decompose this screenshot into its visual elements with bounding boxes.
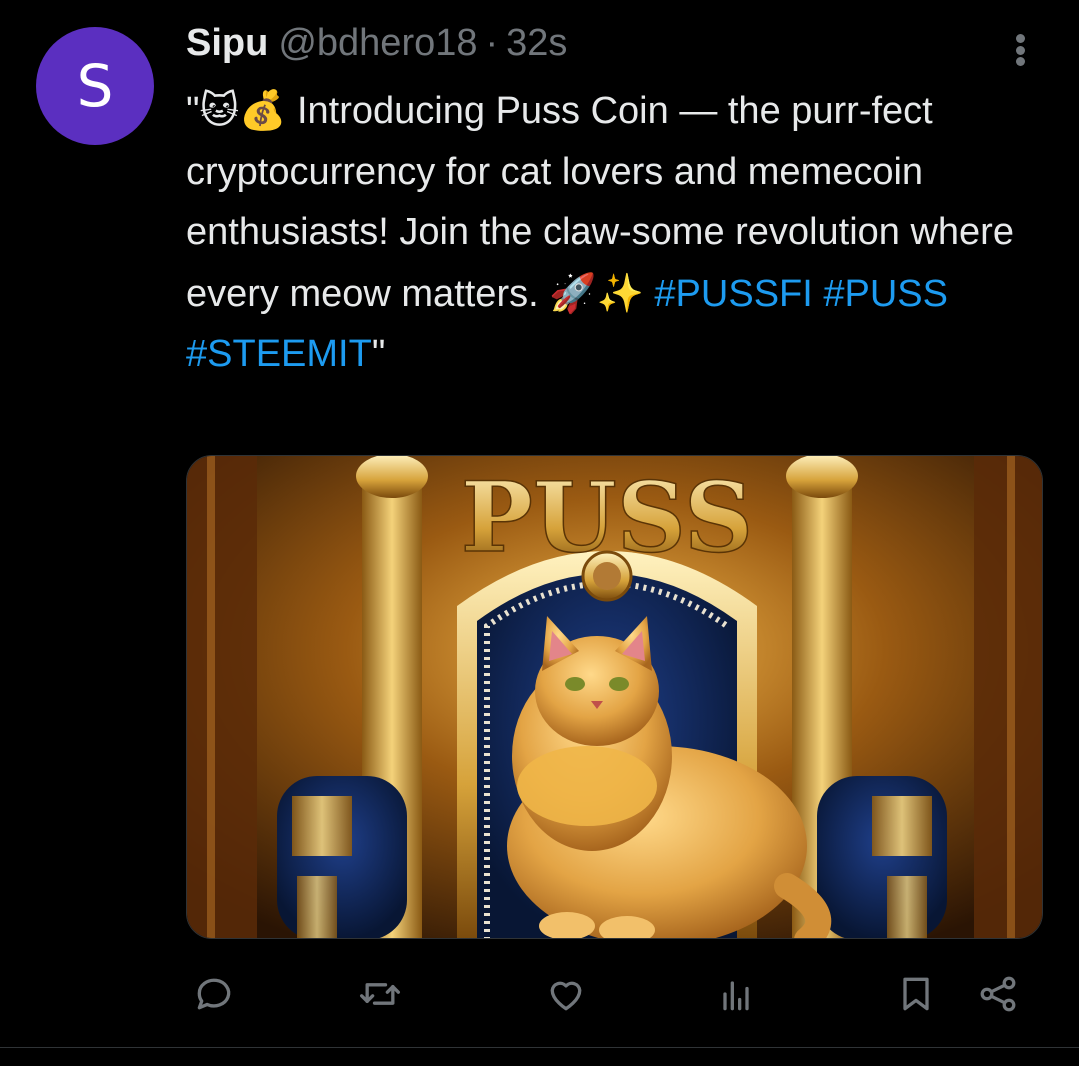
bookmark-icon[interactable]: [888, 966, 944, 1022]
action-bar: [186, 966, 1026, 1022]
hashtag-pussfi[interactable]: #PUSSFI: [654, 273, 812, 315]
text-part: [813, 273, 824, 315]
text-part: [644, 273, 655, 315]
divider: [0, 1047, 1079, 1048]
avatar-letter: S: [76, 52, 114, 120]
text-part: ": [371, 333, 386, 375]
author-handle[interactable]: @bdhero18: [278, 22, 477, 65]
share-icon[interactable]: [970, 966, 1026, 1022]
tweet-header: Sipu @bdhero18 · 32s: [186, 22, 567, 70]
text-part: [948, 273, 959, 315]
more-options-icon[interactable]: [1000, 30, 1040, 70]
avatar[interactable]: S: [36, 27, 154, 145]
tweet-image[interactable]: PUSS: [186, 455, 1043, 939]
text-part: ": [186, 90, 200, 132]
retweet-icon[interactable]: [352, 966, 408, 1022]
author-name[interactable]: Sipu: [186, 22, 268, 65]
rocket-sparkles-emoji: 🚀✨: [549, 270, 644, 315]
tweet-text: "🐱💰 Introducing Puss Coin — the purr-fec…: [186, 80, 1046, 385]
svg-text:PUSS: PUSS: [461, 461, 753, 574]
separator-dot: ·: [485, 22, 499, 64]
analytics-icon[interactable]: [708, 966, 764, 1022]
reply-icon[interactable]: [186, 966, 242, 1022]
tweet[interactable]: S Sipu @bdhero18 · 32s "🐱💰 Introducing P…: [0, 0, 1079, 1048]
hashtag-puss[interactable]: #PUSS: [823, 273, 948, 315]
cat-moneybag-emoji: 🐱💰: [199, 88, 287, 132]
timestamp[interactable]: 32s: [506, 22, 567, 65]
hashtag-steemit[interactable]: #STEEMIT: [186, 333, 372, 375]
heart-icon[interactable]: [538, 966, 594, 1022]
throne-cat-illustration: PUSS: [187, 456, 1042, 938]
